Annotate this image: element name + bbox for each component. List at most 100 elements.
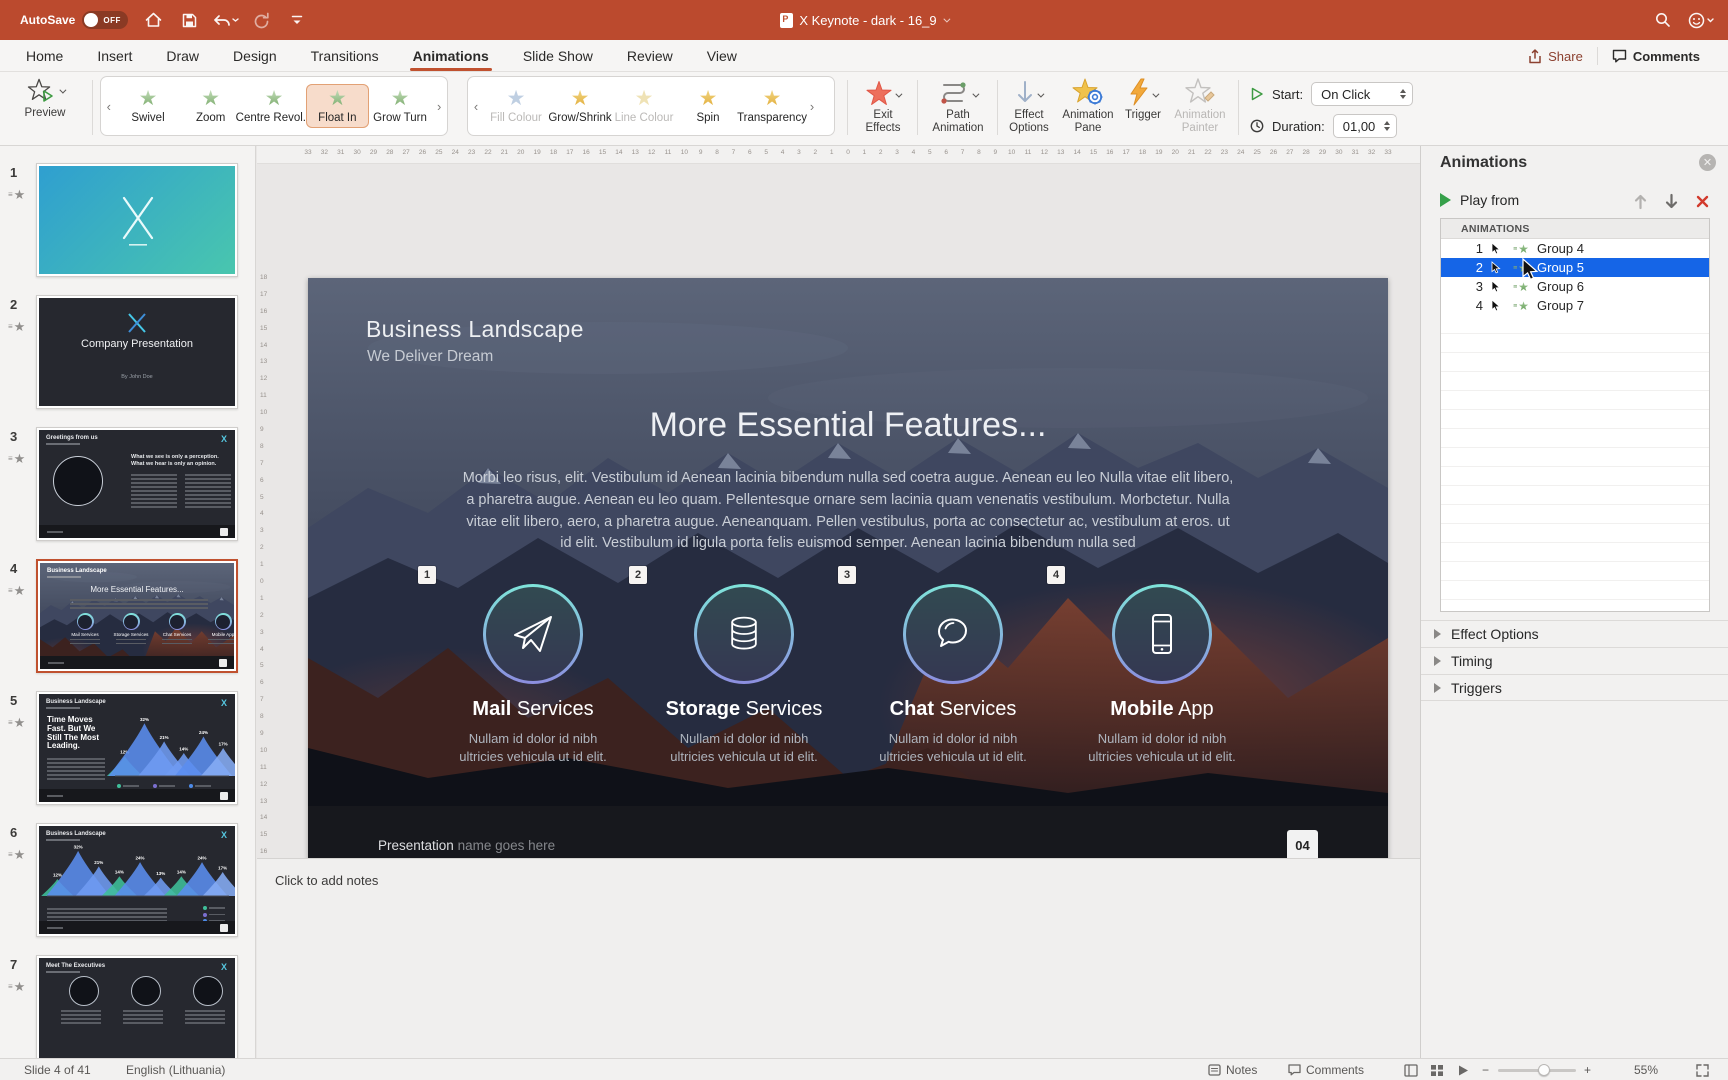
slide-thumbnail-3[interactable]: 3★Greetings from usXWhat we see is only … xyxy=(0,427,256,541)
thumbnail-frame[interactable]: Greetings from usXWhat we see is only a … xyxy=(36,427,238,541)
normal-view-icon[interactable] xyxy=(1404,1059,1418,1080)
tab-transitions[interactable]: Transitions xyxy=(311,40,379,71)
effect-float-in[interactable]: ★Float In xyxy=(306,84,369,128)
tab-design[interactable]: Design xyxy=(233,40,277,71)
ruler-mark: 21 xyxy=(496,149,513,156)
comments-button[interactable]: Comments xyxy=(1598,40,1714,72)
gallery-scroll-left-icon[interactable]: ‹ xyxy=(101,99,117,114)
effect-transparency[interactable]: ★Transparency xyxy=(740,84,804,128)
notes-area[interactable]: Click to add notes xyxy=(257,858,1420,1058)
comments-toggle[interactable]: Comments xyxy=(1288,1059,1364,1080)
thumbnail-frame[interactable] xyxy=(36,163,238,277)
start-dropdown[interactable]: On Click xyxy=(1311,82,1413,106)
slide-headline[interactable]: More Essential Features... xyxy=(308,406,1388,445)
trigger-button[interactable]: Trigger xyxy=(1118,78,1168,122)
effect-grow-turn[interactable]: ★Grow Turn xyxy=(369,84,432,128)
pane-section-effect-options[interactable]: Effect Options xyxy=(1421,620,1728,647)
thumbnail-frame[interactable]: Company PresentationBy John Doe xyxy=(36,295,238,409)
path-animation-button[interactable]: Path Animation xyxy=(922,78,994,135)
animation-pane-button[interactable]: Animation Pane xyxy=(1052,78,1124,135)
exit-effects-button[interactable]: Exit Effects xyxy=(852,78,914,135)
slide-thumbnail-2[interactable]: 2★Company PresentationBy John Doe xyxy=(0,295,256,409)
effect-fill-colour[interactable]: ★Fill Colour xyxy=(484,84,548,128)
animation-item-group-7[interactable]: 4★Group 7 xyxy=(1441,296,1709,315)
undo-icon[interactable] xyxy=(214,9,236,31)
gallery-scroll-right-icon[interactable]: › xyxy=(431,99,447,114)
tab-draw[interactable]: Draw xyxy=(166,40,199,71)
slide-thumbnail-4[interactable]: 4★ Business LandscapeMore Essential Feat… xyxy=(0,559,256,673)
effect-swivel[interactable]: ★Swivel xyxy=(117,84,180,128)
customize-toolbar-icon[interactable] xyxy=(286,9,308,31)
comments-bubble-icon xyxy=(1288,1064,1301,1076)
ruler-mark: 8 xyxy=(970,149,987,156)
feature-item[interactable]: Mail ServicesNullam id dolor id nibh ult… xyxy=(438,574,628,766)
tab-slide-show[interactable]: Slide Show xyxy=(523,40,593,71)
tab-view[interactable]: View xyxy=(707,40,737,71)
feature-item[interactable]: Storage ServicesNullam id dolor id nibh … xyxy=(649,574,839,766)
slide-thumbnail-6[interactable]: 6★Business LandscapeX12%32%21%14%24%13%1… xyxy=(0,823,256,937)
play-from-button[interactable]: Play from xyxy=(1440,192,1519,208)
autosave-toggle[interactable]: AutoSave OFF xyxy=(20,11,128,29)
slide-thumbnail-1[interactable]: 1★ xyxy=(0,163,256,277)
tab-home[interactable]: Home xyxy=(26,40,63,71)
pane-section-label: Effect Options xyxy=(1451,626,1539,642)
account-icon[interactable] xyxy=(1690,9,1712,31)
slide-sorter-icon[interactable] xyxy=(1430,1059,1444,1080)
effect-centre-revol-[interactable]: ★Centre Revol... xyxy=(242,84,306,128)
duration-stepper[interactable]: 01,00 xyxy=(1333,114,1397,138)
move-down-icon[interactable] xyxy=(1662,192,1680,210)
close-icon[interactable]: ✕ xyxy=(1699,154,1716,171)
delete-animation-icon[interactable] xyxy=(1693,192,1711,210)
zoom-percentage[interactable]: 55% xyxy=(1634,1059,1658,1080)
slide-canvas[interactable]: Business Landscape We Deliver Dream More… xyxy=(308,278,1388,886)
thumbnail-frame[interactable]: Business LandscapeX12%32%21%14%24%13%14%… xyxy=(36,823,238,937)
home-icon[interactable] xyxy=(142,9,164,31)
language-selector[interactable]: English (Lithuania) xyxy=(126,1059,225,1080)
zoom-slider-knob[interactable] xyxy=(1538,1064,1550,1076)
slide-thumbnail-7[interactable]: 7★Meet The ExecutivesX xyxy=(0,955,256,1058)
thumbnail-frame[interactable]: Business LandscapeMore Essential Feature… xyxy=(36,559,238,673)
ruler-mark: 12 xyxy=(260,781,267,788)
feature-description: Nullam id dolor id nibh ultricies vehicu… xyxy=(1077,730,1247,766)
pane-section-timing[interactable]: Timing xyxy=(1421,647,1728,674)
zoom-in-icon[interactable]: + xyxy=(1584,1059,1591,1080)
slide-subtitle[interactable]: We Deliver Dream xyxy=(367,348,493,366)
preview-button[interactable]: Preview xyxy=(10,78,80,120)
animation-item-group-5[interactable]: 2★Group 5 xyxy=(1441,258,1709,277)
share-button[interactable]: Share xyxy=(1514,40,1597,72)
effect-spin[interactable]: ★Spin xyxy=(676,84,740,128)
animation-item-group-6[interactable]: 3★Group 6 xyxy=(1441,277,1709,296)
search-icon[interactable] xyxy=(1652,9,1674,31)
slide-title[interactable]: Business Landscape xyxy=(366,316,584,343)
effect-options-button[interactable]: Effect Options xyxy=(1000,78,1058,135)
ruler-mark: 5 xyxy=(921,149,938,156)
effect-grow-shrink[interactable]: ★Grow/Shrink xyxy=(548,84,612,128)
notes-toggle[interactable]: Notes xyxy=(1208,1059,1257,1080)
effect-star-icon: ★ xyxy=(699,88,718,110)
notes-placeholder[interactable]: Click to add notes xyxy=(275,873,378,888)
tab-review[interactable]: Review xyxy=(627,40,673,71)
redo-icon[interactable] xyxy=(250,9,272,31)
animation-item-group-4[interactable]: 1★Group 4 xyxy=(1441,239,1709,258)
effect-line-colour[interactable]: ★Line Colour xyxy=(612,84,676,128)
zoom-slider[interactable] xyxy=(1498,1059,1576,1080)
gallery-scroll-right-icon[interactable]: › xyxy=(804,99,820,114)
ruler-mark: 19 xyxy=(529,149,546,156)
thumbnail-frame[interactable]: Meet The ExecutivesX xyxy=(36,955,238,1058)
effect-zoom[interactable]: ★Zoom xyxy=(179,84,242,128)
fit-to-window-icon[interactable] xyxy=(1696,1059,1709,1080)
tab-animations[interactable]: Animations xyxy=(413,40,489,71)
gallery-scroll-left-icon[interactable]: ‹ xyxy=(468,99,484,114)
thumbnail-frame[interactable]: Business LandscapeXTime Moves Fast. But … xyxy=(36,691,238,805)
move-up-icon[interactable] xyxy=(1631,192,1649,210)
autosave-switch[interactable]: OFF xyxy=(82,11,128,29)
slide-body-text[interactable]: Morbi leo risus, elit. Vestibulum id Aen… xyxy=(462,468,1234,555)
feature-item[interactable]: Chat ServicesNullam id dolor id nibh ult… xyxy=(858,574,1048,766)
pane-section-triggers[interactable]: Triggers xyxy=(1421,674,1728,701)
feature-item[interactable]: Mobile AppNullam id dolor id nibh ultric… xyxy=(1067,574,1257,766)
slideshow-view-icon[interactable] xyxy=(1456,1059,1470,1080)
save-icon[interactable] xyxy=(178,9,200,31)
slide-thumbnail-5[interactable]: 5★Business LandscapeXTime Moves Fast. Bu… xyxy=(0,691,256,805)
tab-insert[interactable]: Insert xyxy=(97,40,132,71)
zoom-out-icon[interactable]: − xyxy=(1482,1059,1489,1080)
